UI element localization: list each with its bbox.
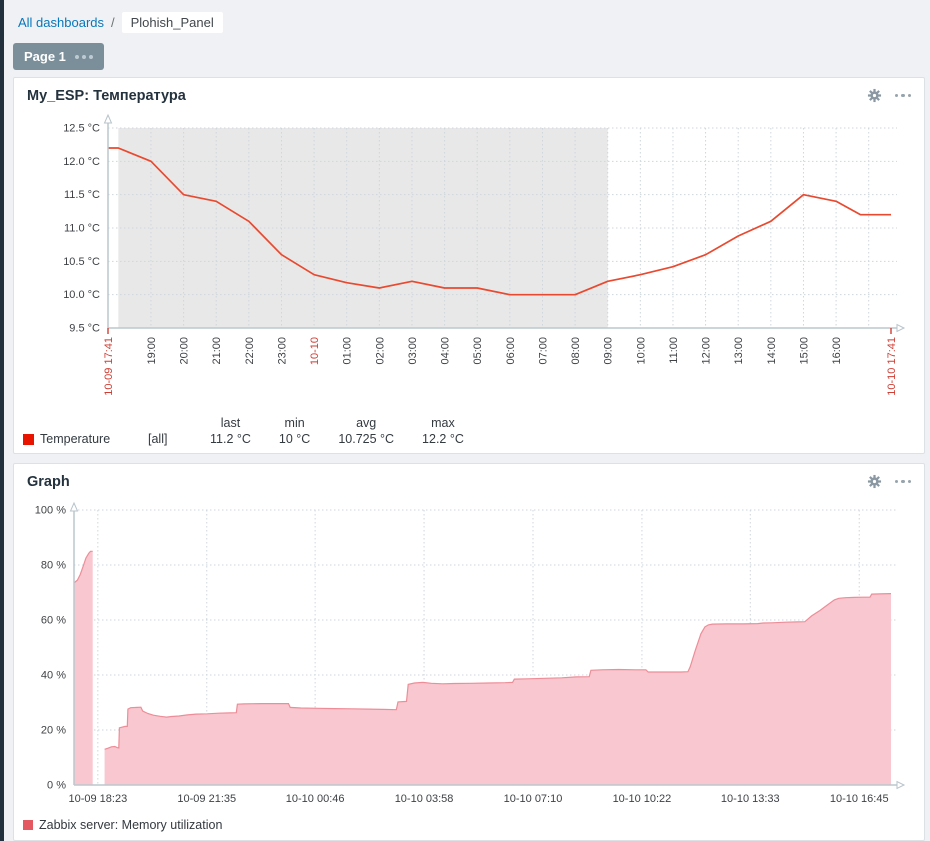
x-tick-label: 12:00 bbox=[701, 337, 713, 365]
panel-graph-actions bbox=[867, 474, 911, 489]
y-tick-label: 9.5 °C bbox=[69, 323, 100, 335]
dashboard-page-tab[interactable]: Page 1 bbox=[13, 43, 104, 70]
x-tick-label: 16:00 bbox=[831, 337, 843, 365]
breadcrumb: All dashboards / Plohish_Panel bbox=[13, 12, 925, 33]
x-tick-label: 01:00 bbox=[342, 337, 354, 365]
ellipsis-menu-icon[interactable] bbox=[894, 479, 911, 484]
legend-stat-avg: avg 10.725 °C bbox=[338, 416, 394, 446]
x-axis-arrow-icon bbox=[896, 780, 906, 790]
x-tick-label: 04:00 bbox=[440, 337, 452, 365]
x-tick-label: 13:00 bbox=[733, 337, 745, 365]
page-tab-menu-icon[interactable] bbox=[74, 54, 93, 59]
y-tick-label: 11.5 °C bbox=[64, 189, 100, 201]
x-tick-label: 10-10 03:58 bbox=[395, 793, 454, 805]
breadcrumb-current-dashboard: Plohish_Panel bbox=[121, 12, 223, 33]
x-tick-label: 10:00 bbox=[635, 337, 647, 365]
x-tick-label: 10-10 16:45 bbox=[830, 793, 889, 805]
temperature-legend-swatch bbox=[23, 434, 34, 445]
page-tab-label: Page 1 bbox=[24, 49, 66, 64]
y-tick-label: 40 % bbox=[41, 670, 66, 682]
x-tick-label: 10-10 10:22 bbox=[613, 793, 672, 805]
ellipsis-menu-icon[interactable] bbox=[894, 93, 911, 98]
dashboard-page: All dashboards / Plohish_Panel Page 1 My… bbox=[13, 0, 925, 841]
y-tick-label: 10.0 °C bbox=[63, 289, 100, 301]
y-tick-label: 11.0 °C bbox=[64, 223, 100, 235]
y-axis-arrow-icon bbox=[69, 501, 79, 512]
panel-graph-title: Graph bbox=[27, 474, 70, 490]
legend-stat-max: max 12.2 °C bbox=[422, 416, 464, 446]
panel-temperature-header: My_ESP: Температура bbox=[14, 78, 924, 110]
panel-temperature: My_ESP: Температура 12.5 °C 12.0 °C 11.5 °… bbox=[13, 77, 925, 454]
legend-stat-min: min 10 °C bbox=[279, 416, 310, 446]
panel-temperature-title: My_ESP: Температура bbox=[27, 88, 186, 104]
x-tick-label: 21:00 bbox=[211, 337, 223, 365]
non-working-hours-band bbox=[118, 128, 608, 328]
y-tick-label: 0 % bbox=[47, 780, 66, 792]
x-tick-label: 02:00 bbox=[374, 337, 386, 365]
y-axis-arrow-icon bbox=[103, 113, 113, 124]
y-tick-label: 100 % bbox=[35, 505, 66, 517]
x-tick-label: 10-09 17:41 bbox=[103, 337, 115, 396]
legend-stat-label: max bbox=[431, 416, 455, 430]
memory-legend-swatch bbox=[23, 820, 33, 830]
x-tick-label: 10-10 07:10 bbox=[504, 793, 563, 805]
x-tick-label: 03:00 bbox=[407, 337, 419, 365]
x-tick-label: 06:00 bbox=[505, 337, 517, 365]
x-tick-label: 15:00 bbox=[798, 337, 810, 365]
y-tick-label: 20 % bbox=[41, 725, 66, 737]
panel-temperature-actions bbox=[867, 88, 911, 103]
legend-stat-label: min bbox=[284, 416, 305, 430]
panel-graph-header: Graph bbox=[14, 464, 924, 496]
x-tick-label: 22:00 bbox=[244, 337, 256, 365]
x-tick-label: 09:00 bbox=[603, 337, 615, 365]
legend-stat-label: last bbox=[220, 416, 241, 430]
x-tick-label: 19:00 bbox=[146, 337, 158, 365]
x-tick-label: 10-10 17:41 bbox=[886, 337, 898, 396]
legend-stat-last: last 11.2 °C bbox=[210, 416, 251, 446]
legend-stat-value: 11.2 °C bbox=[210, 432, 251, 446]
x-tick-label: 20:00 bbox=[179, 337, 191, 365]
legend-stat-value: 10 °C bbox=[278, 432, 311, 446]
gear-icon[interactable] bbox=[867, 474, 882, 489]
x-tick-label: 10-10 00:46 bbox=[286, 793, 345, 805]
series-area bbox=[74, 551, 93, 785]
x-tick-label: 14:00 bbox=[766, 337, 778, 365]
panel-graph: Graph 100 % 80 % 60 % 40 % 20 % 0 % 10-09 18:2… bbox=[13, 463, 925, 841]
x-tick-label: 10-09 21:35 bbox=[177, 793, 236, 805]
temperature-legend-name: Temperature bbox=[40, 432, 111, 446]
y-tick-label: 60 % bbox=[41, 615, 66, 627]
memory-chart[interactable]: 100 % 80 % 60 % 40 % 20 % 0 %10-09 18:23 10-09… bbox=[14, 500, 926, 812]
temperature-chart[interactable]: 12.5 °C 12.0 °C 11.5 °C 11.0 °C 10.5 °C 10.0 … bbox=[14, 112, 926, 404]
x-tick-label: 10-10 bbox=[309, 337, 321, 365]
breadcrumb-all-dashboards-link[interactable]: All dashboards bbox=[18, 15, 104, 30]
y-tick-label: 12.5 °C bbox=[63, 123, 100, 135]
memory-legend: Zabbix server: Memory utilization bbox=[14, 818, 924, 832]
gear-icon[interactable] bbox=[867, 88, 882, 103]
x-axis-arrow-icon bbox=[896, 323, 906, 333]
temperature-legend-scope: [all] bbox=[148, 432, 168, 446]
legend-stat-value: 10.725 °C bbox=[338, 432, 395, 446]
x-tick-label: 08:00 bbox=[570, 337, 582, 365]
x-tick-label: 11:00 bbox=[668, 337, 680, 364]
memory-legend-name: Zabbix server: Memory utilization bbox=[39, 818, 223, 832]
x-tick-label: 10-10 13:33 bbox=[721, 793, 780, 805]
breadcrumb-separator: / bbox=[111, 15, 115, 30]
x-tick-label: 05:00 bbox=[472, 337, 484, 365]
y-tick-label: 10.5 °C bbox=[63, 256, 100, 268]
y-tick-label: 80 % bbox=[41, 560, 66, 572]
legend-stat-value: 12.2 °C bbox=[422, 432, 464, 446]
collapsed-sidebar-edge[interactable] bbox=[0, 0, 4, 841]
legend-stat-label: avg bbox=[356, 416, 377, 430]
y-tick-label: 12.0 °C bbox=[63, 156, 100, 168]
x-tick-label: 07:00 bbox=[537, 337, 549, 365]
x-tick-label: 10-09 18:23 bbox=[68, 793, 127, 805]
temperature-legend-stats: last 11.2 °C min 10 °C avg 10.725 °C max 12.2 °… bbox=[210, 416, 464, 446]
temperature-legend: Temperature [all] last 11.2 °C min 10 °C avg… bbox=[14, 416, 924, 446]
x-tick-label: 23:00 bbox=[276, 337, 288, 365]
